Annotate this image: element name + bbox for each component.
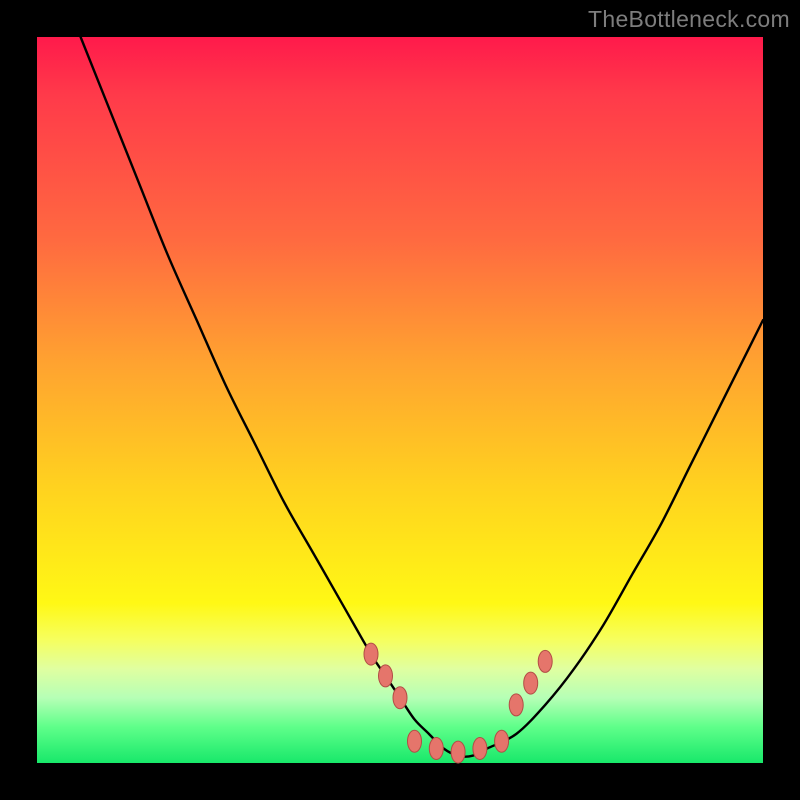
- curve-marker: [379, 665, 393, 687]
- bottleneck-curve: [81, 37, 763, 757]
- curve-marker: [393, 687, 407, 709]
- curve-marker: [495, 730, 509, 752]
- chart-frame: TheBottleneck.com: [0, 0, 800, 800]
- curve-marker: [429, 738, 443, 760]
- curve-marker: [524, 672, 538, 694]
- curve-marker: [473, 738, 487, 760]
- plot-area: [37, 37, 763, 763]
- curve-marker: [408, 730, 422, 752]
- curve-marker: [451, 741, 465, 763]
- watermark-label: TheBottleneck.com: [588, 6, 790, 33]
- curve-marker: [538, 650, 552, 672]
- curve-markers: [364, 643, 552, 763]
- curve-marker: [509, 694, 523, 716]
- chart-svg: [37, 37, 763, 763]
- curve-marker: [364, 643, 378, 665]
